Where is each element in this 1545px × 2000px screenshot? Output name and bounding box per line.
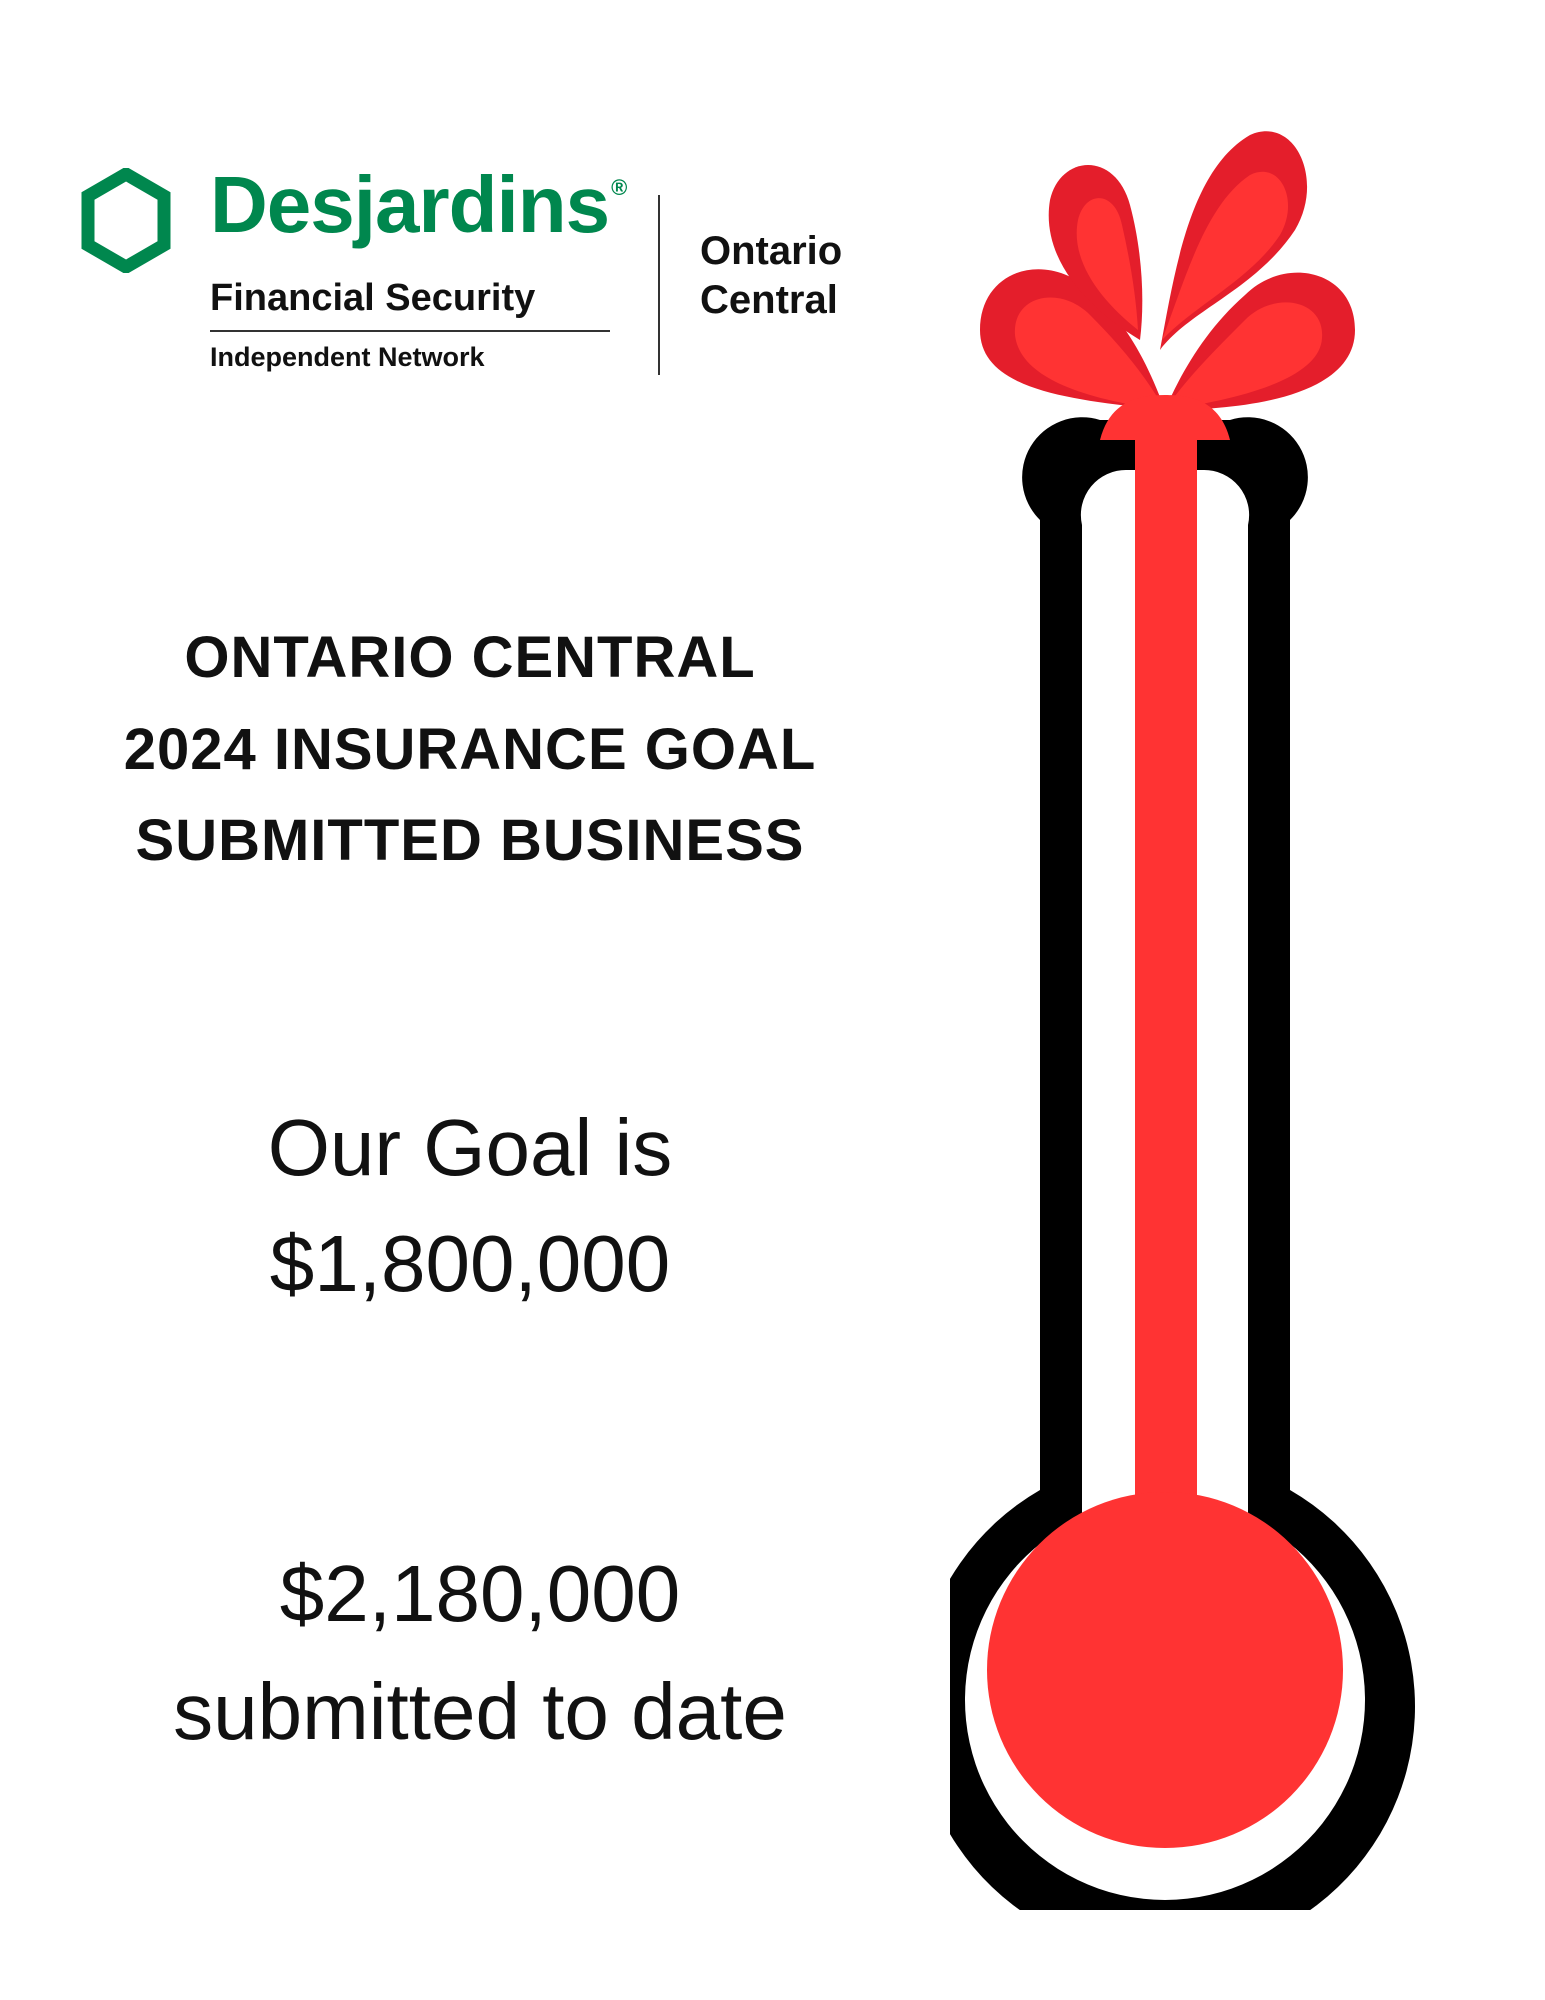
title-line-3: SUBMITTED BUSINESS <box>135 808 805 874</box>
title-line-1: ONTARIO CENTRAL <box>184 625 756 690</box>
desjardins-logo: Desjardins® Financial Security Independe… <box>70 165 910 385</box>
region-label: Ontario Central <box>700 227 842 325</box>
page-title: ONTARIO CENTRAL 2024 INSURANCE GOAL SUBM… <box>20 612 920 887</box>
region-line-1: Ontario <box>700 229 843 273</box>
submitted-statement: $2,180,000 submitted to date <box>20 1535 940 1772</box>
brand-name: Desjardins® <box>210 160 627 249</box>
submitted-amount: $2,180,000 <box>279 1549 681 1638</box>
region-line-2: Central <box>700 277 838 322</box>
thermometer-bulb <box>987 1492 1343 1848</box>
logo-divider <box>658 195 660 375</box>
title-line-2: 2024 INSURANCE GOAL <box>123 716 817 782</box>
submitted-caption: submitted to date <box>173 1667 787 1757</box>
goal-label: Our Goal is <box>267 1103 673 1192</box>
overflow-splash-icon <box>980 131 1355 440</box>
hexagon-logo-icon <box>81 168 171 273</box>
thermometer-graphic <box>950 131 1415 1910</box>
brand-network: Independent Network <box>210 342 485 372</box>
registered-mark: ® <box>611 175 627 200</box>
goal-statement: Our Goal is $1,800,000 <box>20 1090 920 1322</box>
thermometer-fill-column <box>1135 410 1197 1670</box>
brand-underline <box>210 330 610 332</box>
goal-amount: $1,800,000 <box>269 1219 671 1308</box>
brand-subtitle: Financial Security <box>210 277 536 319</box>
